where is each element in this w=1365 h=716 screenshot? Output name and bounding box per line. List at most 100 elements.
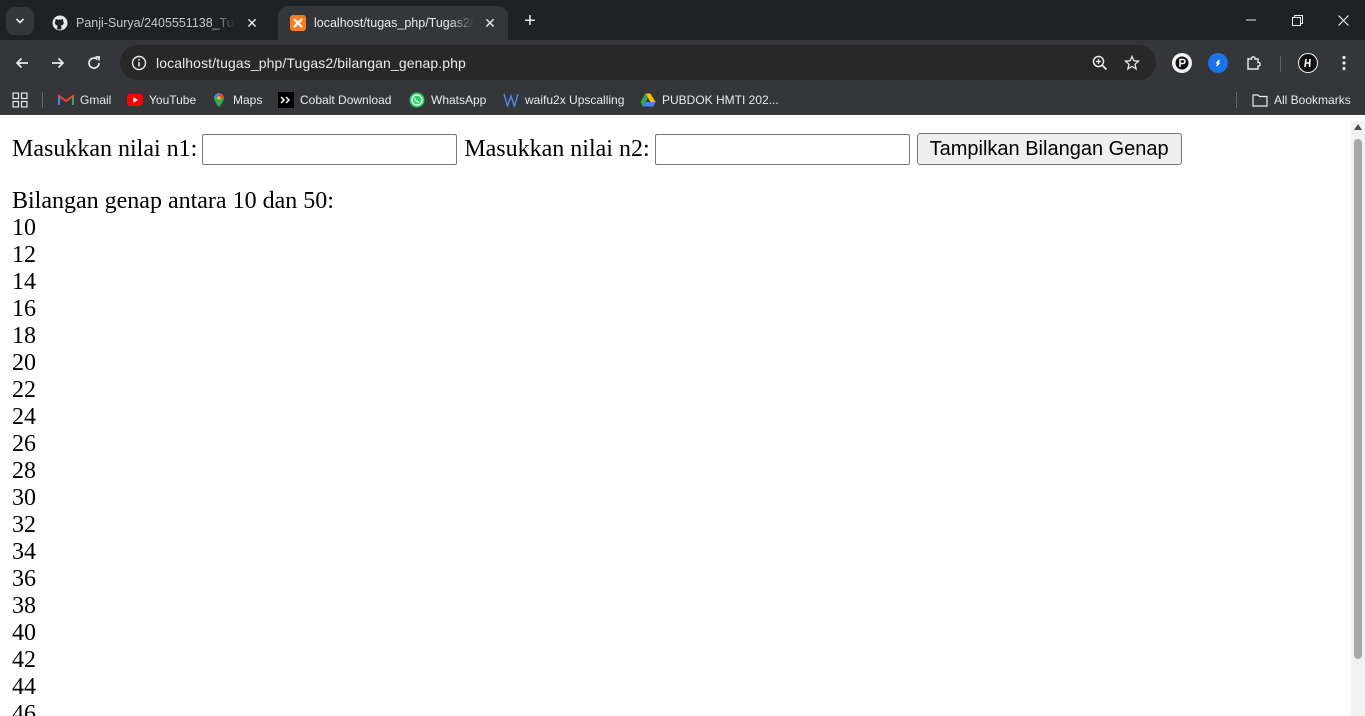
even-number: 28	[12, 458, 36, 484]
bookmark-whatsapp[interactable]: WhatsApp	[409, 91, 486, 109]
apps-button[interactable]	[12, 91, 28, 109]
waifu2x-icon	[503, 92, 519, 108]
bookmark-label: Gmail	[80, 93, 112, 107]
even-number: 40	[12, 620, 36, 646]
minimize-button[interactable]	[1228, 0, 1274, 40]
even-number: 24	[12, 404, 36, 430]
even-number: 12	[12, 242, 36, 268]
forward-button[interactable]	[44, 49, 72, 77]
close-icon	[1337, 14, 1349, 26]
even-number: 30	[12, 485, 36, 511]
result-output: Bilangan genap antara 10 dan 50: 10 12 1…	[12, 188, 334, 716]
even-number: 22	[12, 377, 36, 403]
bookmark-cobalt[interactable]: Cobalt Download	[278, 91, 391, 109]
tab-bilangan-genap[interactable]: localhost/tugas_php/Tugas2/bilangan_gena…	[278, 6, 508, 40]
tab-title: localhost/tugas_php/Tugas2/bilangan_gena…	[314, 16, 474, 30]
toolbar-divider	[1280, 56, 1281, 72]
puzzle-icon	[1247, 56, 1261, 70]
n1-input[interactable]	[202, 133, 458, 165]
even-number-form: Masukkan nilai n1: Masukkan nilai n2: Ta…	[12, 133, 1182, 165]
bookmark-star-button[interactable]	[1118, 49, 1146, 77]
reload-icon	[88, 56, 100, 69]
address-bar[interactable]: localhost/tugas_php/Tugas2/bilangan_gena…	[120, 45, 1156, 80]
bookmarks-bar: Gmail YouTube Maps Cobalt Download Whats…	[0, 86, 1365, 115]
even-number: 10	[12, 215, 36, 241]
tab-strip: Panji-Surya/2405551138_Tugas ✕ localhost…	[0, 0, 1365, 40]
drive-icon	[640, 92, 656, 108]
arrow-right-icon	[52, 57, 65, 69]
minimize-icon	[1246, 19, 1256, 21]
address-url[interactable]: localhost/tugas_php/Tugas2/bilangan_gena…	[156, 55, 466, 71]
bookmark-gmail[interactable]: Gmail	[58, 91, 111, 109]
apps-grid-icon	[12, 92, 28, 108]
even-number: 16	[12, 296, 36, 322]
new-tab-button[interactable]: +	[518, 9, 542, 33]
even-number: 42	[12, 647, 36, 673]
even-number: 14	[12, 269, 36, 295]
cobalt-icon	[278, 92, 294, 108]
bookmark-pubdok[interactable]: PUBDOK HMTI 202...	[640, 91, 779, 109]
youtube-icon	[127, 92, 143, 108]
tab-github[interactable]: Panji-Surya/2405551138_Tugas ✕	[40, 6, 270, 40]
even-number: 44	[12, 674, 36, 700]
zoom-icon	[1092, 55, 1108, 71]
bookmark-label: Cobalt Download	[300, 93, 392, 107]
bookmark-waifu2x[interactable]: waifu2x Upscalling	[503, 91, 624, 109]
n2-input[interactable]	[654, 133, 910, 165]
extensions-button[interactable]	[1240, 49, 1268, 77]
bookmark-label: Maps	[233, 93, 263, 107]
browser-toolbar: localhost/tugas_php/Tugas2/bilangan_gena…	[0, 40, 1365, 86]
github-icon	[52, 15, 68, 31]
result-heading: Bilangan genap antara 10 dan 50:	[12, 188, 334, 214]
back-button[interactable]	[8, 49, 36, 77]
close-tab-icon[interactable]: ✕	[480, 13, 500, 33]
even-number: 34	[12, 539, 36, 565]
even-number: 38	[12, 593, 36, 619]
bookmark-youtube[interactable]: YouTube	[127, 91, 196, 109]
tab-search-button[interactable]	[6, 7, 34, 35]
bookmarks-divider	[42, 92, 43, 108]
scrollbar-thumb[interactable]	[1354, 139, 1362, 659]
restore-button[interactable]	[1274, 0, 1320, 40]
folder-icon	[1252, 92, 1268, 108]
whatsapp-icon	[409, 92, 425, 108]
menu-button[interactable]	[1330, 49, 1358, 77]
star-icon	[1124, 55, 1140, 71]
even-number: 46	[12, 701, 36, 716]
extension-shazam-icon[interactable]	[1208, 53, 1228, 73]
even-number: 18	[12, 323, 36, 349]
vertical-scrollbar[interactable]	[1351, 121, 1365, 716]
even-number: 20	[12, 350, 36, 376]
scroll-up-arrow-icon[interactable]	[1354, 124, 1362, 130]
restore-icon	[1291, 14, 1303, 26]
zoom-button[interactable]	[1086, 49, 1114, 77]
reload-button[interactable]	[80, 49, 108, 77]
all-bookmarks-button[interactable]: All Bookmarks	[1252, 91, 1351, 109]
kebab-menu-icon	[1342, 55, 1346, 71]
arrow-left-icon	[15, 57, 28, 69]
bookmark-label: PUBDOK HMTI 202...	[662, 93, 779, 107]
bookmark-label: WhatsApp	[431, 93, 487, 107]
close-tab-icon[interactable]: ✕	[242, 13, 262, 33]
extension-p-icon[interactable]	[1172, 53, 1192, 73]
page-content: Masukkan nilai n1: Masukkan nilai n2: Ta…	[0, 121, 1351, 716]
tab-title: Panji-Surya/2405551138_Tugas	[76, 16, 236, 30]
profile-avatar[interactable]	[1298, 53, 1318, 73]
maps-icon	[211, 92, 227, 108]
show-even-numbers-button[interactable]: Tampilkan Bilangan Genap	[916, 133, 1182, 165]
bookmarks-divider	[1236, 92, 1237, 108]
bookmark-maps[interactable]: Maps	[211, 91, 262, 109]
n1-label: Masukkan nilai n1:	[12, 135, 198, 162]
even-number: 26	[12, 431, 36, 457]
bookmark-label: waifu2x Upscalling	[525, 93, 625, 107]
xampp-icon	[290, 15, 306, 31]
close-window-button[interactable]	[1320, 0, 1365, 40]
all-bookmarks-label: All Bookmarks	[1274, 93, 1351, 107]
even-number: 32	[12, 512, 36, 538]
bookmark-label: YouTube	[149, 93, 197, 107]
gmail-icon	[58, 92, 74, 108]
even-number: 36	[12, 566, 36, 592]
site-info-icon[interactable]	[122, 55, 156, 71]
chevron-down-icon	[15, 18, 25, 24]
n2-label: Masukkan nilai n2:	[464, 135, 650, 162]
